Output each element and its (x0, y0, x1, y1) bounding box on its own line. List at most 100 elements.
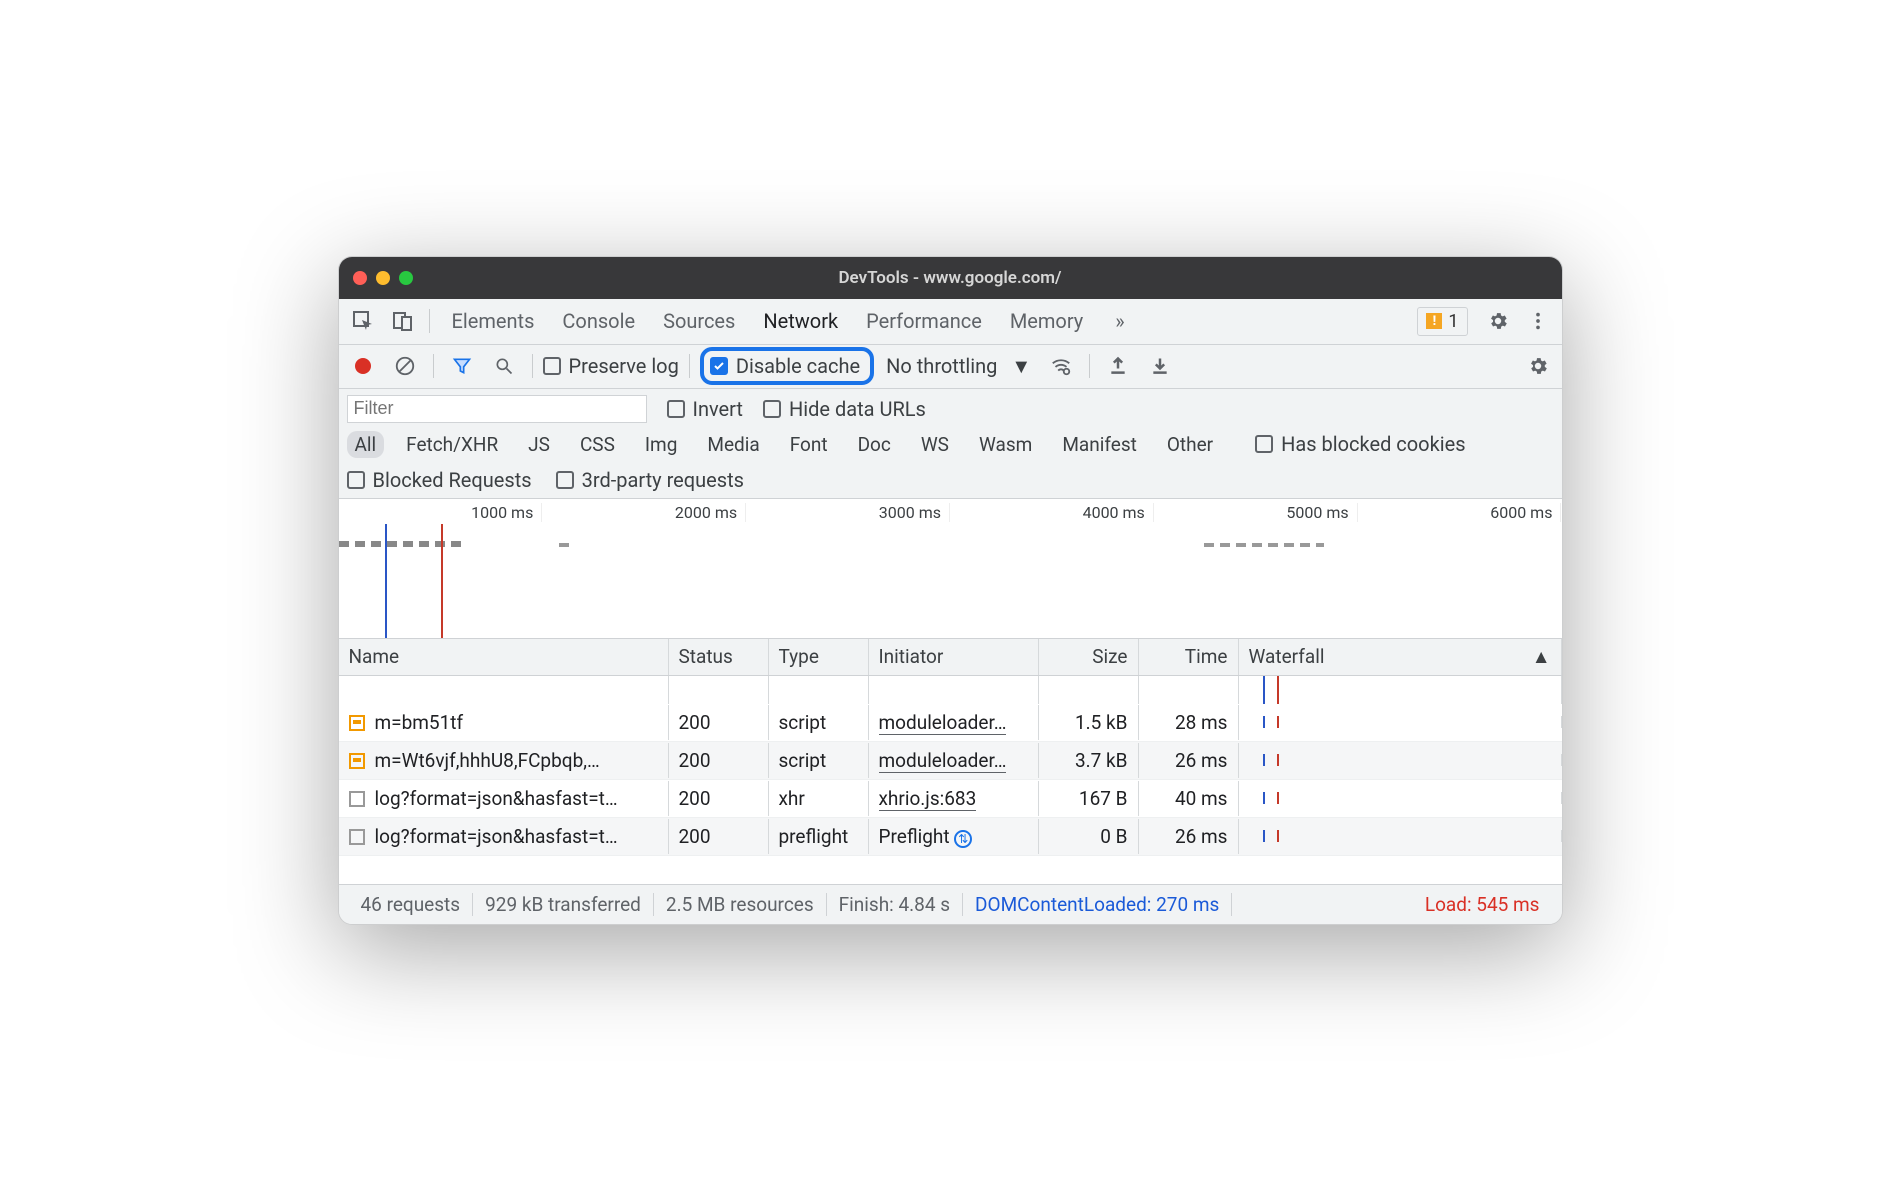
device-toggle-icon[interactable] (385, 303, 421, 339)
upload-har-icon[interactable] (1100, 348, 1136, 384)
status-bar: 46 requests 929 kB transferred 2.5 MB re… (339, 884, 1562, 924)
tab-memory[interactable]: Memory (996, 298, 1097, 344)
network-conditions-icon[interactable] (1043, 348, 1079, 384)
file-type-icon (349, 791, 365, 807)
overview-activity-segment (339, 541, 464, 547)
table-row[interactable]: log?format=json&hasfast=t…200xhrxhrio.js… (339, 780, 1562, 818)
inspect-icon[interactable] (345, 303, 381, 339)
th-size[interactable]: Size (1039, 639, 1139, 675)
overview-tick: 2000 ms (542, 503, 746, 522)
tab-console[interactable]: Console (548, 298, 649, 344)
overview-tick: 3000 ms (746, 503, 950, 522)
cell-initiator[interactable]: Preflight (879, 825, 950, 848)
filter-input[interactable] (347, 395, 647, 423)
filter-chip-img[interactable]: Img (637, 431, 686, 458)
filter-chip-ws[interactable]: WS (913, 431, 957, 458)
preserve-log-checkbox[interactable]: Preserve log (543, 354, 679, 378)
th-status[interactable]: Status (669, 639, 769, 675)
blocked-requests-checkbox[interactable]: Blocked Requests (347, 468, 532, 492)
tab-network[interactable]: Network (749, 298, 852, 344)
disable-cache-label: Disable cache (736, 354, 860, 378)
checkbox-checked-icon (710, 357, 728, 375)
filter-chip-other[interactable]: Other (1159, 431, 1221, 458)
checkbox-unchecked-icon (556, 471, 574, 489)
divider (689, 354, 690, 378)
cell-waterfall (1239, 754, 1562, 766)
table-row[interactable]: log?format=json&hasfast=t…200preflightPr… (339, 818, 1562, 856)
network-toolbar: Preserve log Disable cache No throttling… (339, 345, 1562, 389)
file-type-icon (349, 715, 365, 731)
cell-name: log?format=json&hasfast=t… (375, 787, 618, 810)
th-waterfall[interactable]: Waterfall ▲ (1239, 639, 1562, 675)
minimize-window-button[interactable] (376, 271, 390, 285)
main-tabstrip: ElementsConsoleSourcesNetworkPerformance… (339, 299, 1562, 345)
kebab-menu-icon[interactable] (1520, 303, 1556, 339)
filter-chip-manifest[interactable]: Manifest (1054, 431, 1145, 458)
maximize-window-button[interactable] (399, 271, 413, 285)
filter-funnel-icon[interactable] (444, 348, 480, 384)
tab-sources[interactable]: Sources (649, 298, 749, 344)
cell-initiator[interactable]: moduleloader… (879, 711, 1007, 735)
filter-chip-media[interactable]: Media (699, 431, 767, 458)
tab-performance[interactable]: Performance (852, 298, 996, 344)
filter-chip-wasm[interactable]: Wasm (971, 431, 1040, 458)
clear-icon[interactable] (387, 348, 423, 384)
devtools-window: DevTools - www.google.com/ ElementsConso… (338, 256, 1563, 925)
th-initiator[interactable]: Initiator (869, 639, 1039, 675)
issues-badge[interactable]: ! 1 (1417, 307, 1467, 336)
cell-time: 28 ms (1139, 705, 1239, 740)
cell-type: script (769, 705, 869, 740)
throttling-dropdown[interactable]: No throttling ▼ (880, 354, 1037, 379)
tab-elements[interactable]: Elements (438, 298, 549, 344)
record-button[interactable] (355, 358, 371, 374)
file-type-icon (349, 829, 365, 845)
filter-chip-fetch-xhr[interactable]: Fetch/XHR (398, 431, 506, 458)
hide-data-urls-checkbox[interactable]: Hide data URLs (763, 397, 926, 421)
invert-checkbox[interactable]: Invert (667, 397, 743, 421)
th-name[interactable]: Name (339, 639, 669, 675)
checkbox-unchecked-icon (347, 471, 365, 489)
divider (429, 309, 430, 333)
cell-waterfall (1239, 792, 1562, 804)
close-window-button[interactable] (353, 271, 367, 285)
checkbox-unchecked-icon (543, 357, 561, 375)
filter-chip-css[interactable]: CSS (572, 431, 623, 458)
cell-time: 26 ms (1139, 743, 1239, 778)
file-type-icon (349, 753, 365, 769)
third-party-checkbox[interactable]: 3rd-party requests (556, 468, 744, 492)
th-time[interactable]: Time (1139, 639, 1239, 675)
cell-initiator[interactable]: xhrio.js:683 (879, 787, 977, 811)
filter-chip-js[interactable]: JS (520, 431, 558, 458)
sort-triangle-icon: ▲ (1532, 645, 1551, 669)
tab-more[interactable]: » (1101, 298, 1138, 344)
table-header: Name Status Type Initiator Size Time Wat… (339, 639, 1562, 676)
timeline-overview[interactable]: 1000 ms2000 ms3000 ms4000 ms5000 ms6000 … (339, 499, 1562, 639)
cell-initiator[interactable]: moduleloader… (879, 749, 1007, 773)
download-har-icon[interactable] (1142, 348, 1178, 384)
overview-activity-segment (1204, 543, 1324, 547)
filter-chip-font[interactable]: Font (782, 431, 836, 458)
cell-name: log?format=json&hasfast=t… (375, 825, 618, 848)
search-icon[interactable] (486, 348, 522, 384)
blocked-requests-label: Blocked Requests (373, 468, 532, 492)
has-blocked-cookies-checkbox[interactable]: Has blocked cookies (1255, 432, 1465, 456)
disable-cache-checkbox[interactable]: Disable cache (710, 354, 860, 378)
filter-chip-doc[interactable]: Doc (850, 431, 899, 458)
cell-waterfall (1239, 830, 1562, 842)
table-row[interactable]: m=Wt6vjf,hhhU8,FCpbqb,…200scriptmodulelo… (339, 742, 1562, 780)
has-blocked-cookies-label: Has blocked cookies (1281, 432, 1465, 456)
status-finish: Finish: 4.84 s (827, 893, 963, 916)
settings-gear-icon[interactable] (1480, 303, 1516, 339)
overview-tick: 4000 ms (950, 503, 1154, 522)
waterfall-header-label: Waterfall (1249, 645, 1325, 668)
th-type[interactable]: Type (769, 639, 869, 675)
cell-status: 200 (669, 743, 769, 778)
network-settings-gear-icon[interactable] (1520, 348, 1556, 384)
table-row[interactable]: m=bm51tf200scriptmoduleloader…1.5 kB28 m… (339, 704, 1562, 742)
cell-status: 200 (669, 705, 769, 740)
cell-type: preflight (769, 819, 869, 854)
filter-chip-all[interactable]: All (347, 431, 385, 458)
checkbox-unchecked-icon (763, 400, 781, 418)
cell-size: 3.7 kB (1039, 743, 1139, 778)
third-party-label: 3rd-party requests (582, 468, 744, 492)
